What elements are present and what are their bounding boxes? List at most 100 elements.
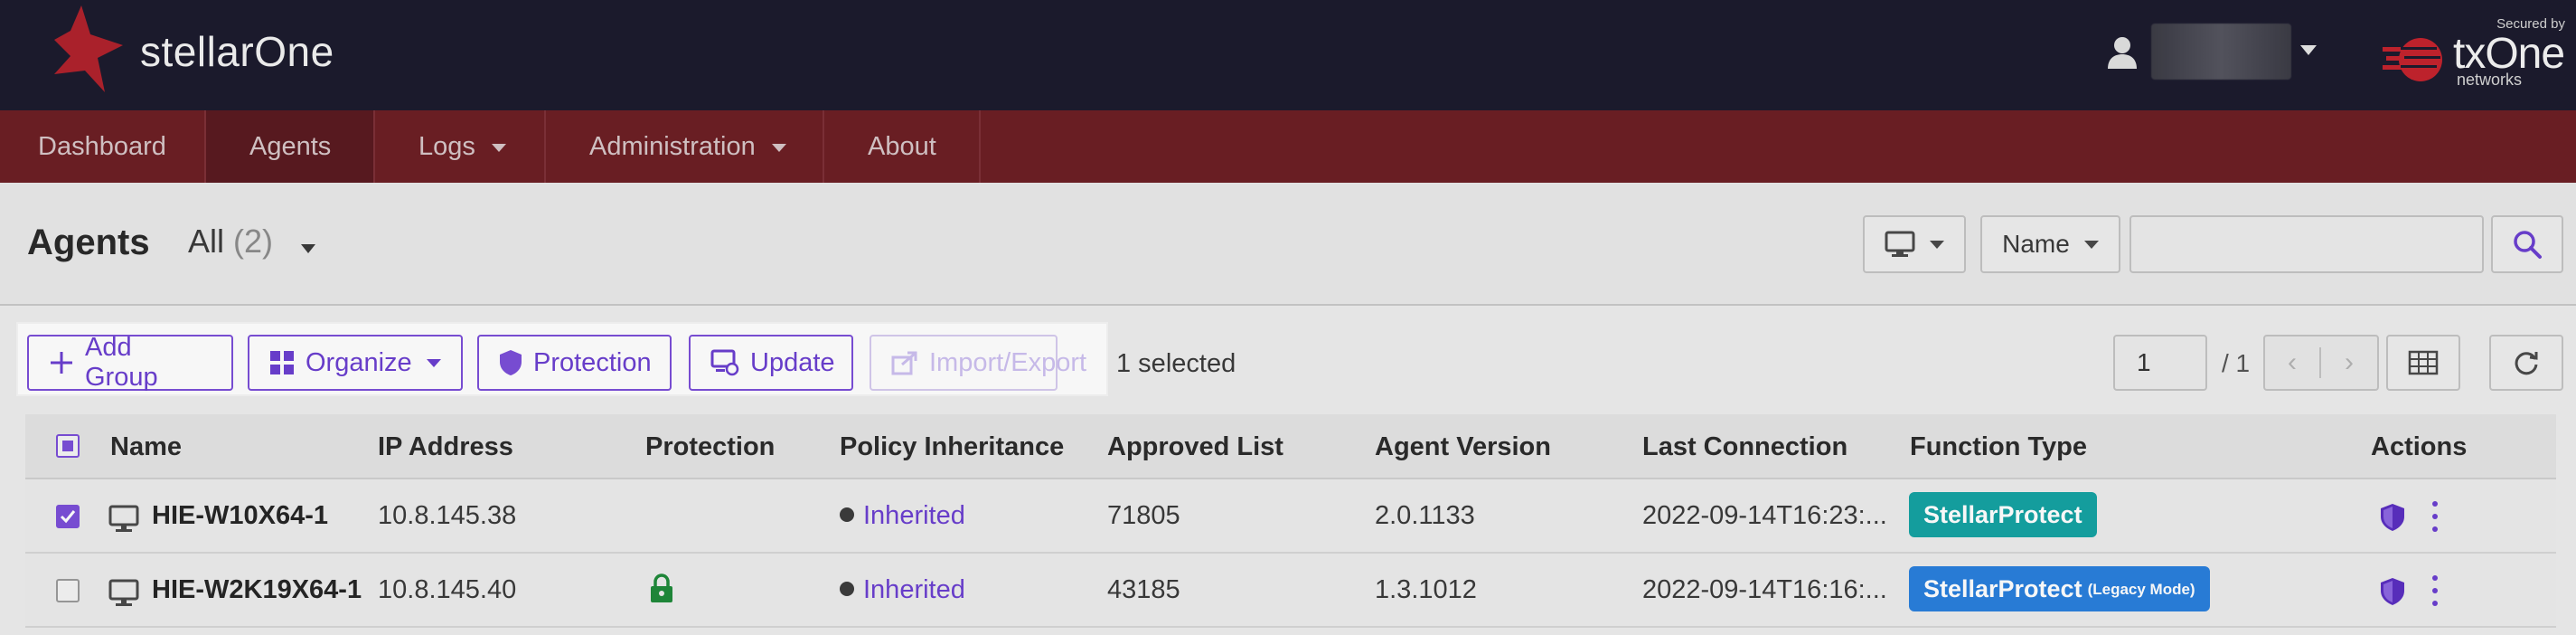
col-approved[interactable]: Approved List (1107, 432, 1283, 462)
chevron-down-icon[interactable] (301, 244, 315, 253)
update-label: Update (750, 347, 835, 377)
table-row[interactable]: HIE-W10X64-1 10.8.145.38 Inherited 71805… (25, 479, 2556, 554)
grid-icon (269, 350, 295, 375)
nav-logs-label: Logs (418, 131, 475, 161)
add-group-button[interactable]: Add Group (27, 333, 233, 392)
table-icon (2408, 350, 2439, 375)
approved-count: 43185 (1107, 575, 1180, 604)
update-icon (710, 349, 739, 376)
group-filter-label: All (188, 223, 225, 260)
agent-name[interactable]: HIE-W10X64-1 (152, 501, 328, 531)
chevron-down-icon (1930, 240, 1944, 249)
txone-sub: networks (2457, 71, 2523, 89)
nav-about-label: About (868, 131, 936, 161)
col-protection[interactable]: Protection (645, 432, 775, 462)
import-export-button[interactable]: Import/Export (870, 335, 1086, 391)
nav-agents[interactable]: Agents (206, 110, 375, 183)
search-field-select[interactable]: Name (1980, 215, 2120, 273)
nav-dashboard-label: Dashboard (38, 131, 166, 161)
main-nav: Dashboard Agents Logs Administration Abo… (0, 110, 2576, 183)
col-name[interactable]: Name (110, 432, 182, 462)
nav-agents-label: Agents (249, 131, 332, 161)
txone-logo-icon (2383, 38, 2442, 81)
nav-administration[interactable]: Administration (546, 110, 824, 183)
col-function[interactable]: Function Type (1910, 432, 2087, 462)
protection-action-shield-icon[interactable] (2380, 577, 2405, 606)
protection-button[interactable]: Protection (477, 335, 672, 391)
user-name-redacted[interactable] (2151, 24, 2291, 80)
lock-icon (651, 573, 672, 602)
next-page-icon[interactable]: › (2321, 347, 2377, 378)
search-field-label: Name (2002, 230, 2070, 258)
add-group-label: Add Group (85, 333, 158, 392)
more-actions-icon[interactable] (2430, 499, 2440, 534)
agent-name[interactable]: HIE-W2K19X64-1 (152, 575, 362, 605)
refresh-button[interactable] (2489, 335, 2563, 391)
page-number-input[interactable] (2113, 335, 2207, 391)
search-input[interactable] (2129, 215, 2484, 273)
function-type-label: StellarProtect (1923, 574, 2082, 602)
agent-version: 2.0.1133 (1375, 501, 1475, 530)
top-header: stellarOne Secured by txOne networks (0, 0, 2576, 110)
last-connection: 2022-09-14T16:16:... (1642, 575, 1887, 604)
row-checkbox[interactable] (56, 505, 80, 528)
nav-about[interactable]: About (824, 110, 981, 183)
policy-cell: Inherited (840, 575, 965, 605)
page-title: Agents (27, 223, 150, 262)
col-version[interactable]: Agent Version (1375, 432, 1551, 462)
nav-logs[interactable]: Logs (375, 110, 546, 183)
user-menu-caret-icon[interactable] (2300, 45, 2317, 55)
export-icon (891, 350, 918, 375)
col-ip[interactable]: IP Address (378, 432, 513, 462)
app-logo-text: stellarOne (140, 28, 334, 75)
function-type-badge: StellarProtect (Legacy Mode) (1909, 566, 2210, 611)
plus-icon (49, 350, 74, 375)
policy-cell: Inherited (840, 501, 965, 531)
page-total: / 1 (2222, 349, 2251, 377)
table-row[interactable]: HIE-W2K19X64-1 10.8.145.40 Inherited 431… (25, 554, 2556, 628)
import-export-label: Import/Export (929, 347, 1087, 377)
table-header-row: Name IP Address Protection Policy Inheri… (25, 414, 2556, 479)
stellarone-logo-icon (54, 5, 123, 92)
approved-count: 71805 (1107, 501, 1180, 530)
device-type-filter-button[interactable] (1863, 215, 1966, 273)
prev-page-icon[interactable]: ‹ (2265, 347, 2322, 378)
col-policy[interactable]: Policy Inheritance (840, 432, 1064, 462)
nav-dashboard[interactable]: Dashboard (0, 110, 206, 183)
group-filter-dropdown[interactable]: All (2) (188, 223, 273, 261)
monitor-icon (108, 505, 139, 532)
user-icon[interactable] (2104, 34, 2140, 71)
nav-administration-label: Administration (589, 131, 756, 161)
shield-icon (499, 349, 522, 376)
last-connection: 2022-09-14T16:23:... (1642, 501, 1887, 530)
monitor-icon (1885, 231, 1915, 257)
pager-buttons: ‹ › (2263, 335, 2379, 391)
more-actions-icon[interactable] (2430, 573, 2440, 608)
chevron-down-icon (491, 143, 506, 152)
group-filter-count: (2) (233, 223, 274, 260)
protection-label: Protection (533, 347, 652, 377)
function-type-mode: (Legacy Mode) (2087, 581, 2195, 598)
status-dot-icon (840, 582, 854, 596)
update-button[interactable]: Update (689, 335, 853, 391)
select-all-checkbox[interactable] (56, 434, 80, 458)
organize-label: Organize (306, 347, 412, 377)
chevron-down-icon (771, 143, 786, 152)
organize-button[interactable]: Organize (248, 335, 463, 391)
status-dot-icon (840, 507, 854, 522)
policy-link[interactable]: Inherited (863, 501, 965, 530)
chevron-down-icon (2083, 240, 2099, 249)
selection-count: 1 selected (1116, 349, 1236, 378)
monitor-icon (108, 579, 139, 606)
chevron-down-icon (426, 358, 441, 367)
row-checkbox[interactable] (56, 579, 80, 602)
col-last-connection[interactable]: Last Connection (1642, 432, 1847, 462)
agent-version: 1.3.1012 (1375, 575, 1477, 604)
search-icon (2514, 231, 2542, 259)
search-button[interactable] (2491, 215, 2563, 273)
protection-action-shield-icon[interactable] (2380, 503, 2405, 532)
policy-link[interactable]: Inherited (863, 575, 965, 604)
agent-ip: 10.8.145.38 (378, 501, 517, 530)
column-settings-button[interactable] (2386, 335, 2460, 391)
txone-brand: Secured by txOne networks (2375, 13, 2567, 90)
